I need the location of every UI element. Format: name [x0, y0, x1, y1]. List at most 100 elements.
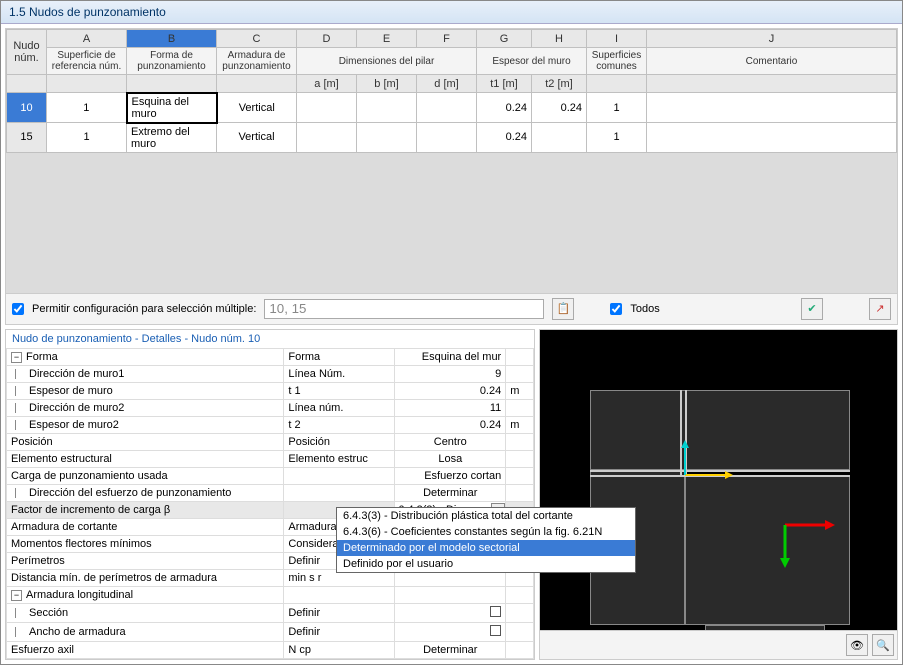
- prop-row[interactable]: Dirección de muro2 Línea núm.11: [7, 399, 534, 416]
- col-e-sub[interactable]: b [m]: [357, 75, 417, 93]
- prop-row[interactable]: Espesor de muro2t 20.24m: [7, 416, 534, 433]
- cell-g[interactable]: 0.24: [477, 123, 532, 153]
- prop-label: Forma: [26, 351, 58, 363]
- cell-e[interactable]: [357, 93, 417, 123]
- collapse-toggle[interactable]: −: [11, 352, 22, 363]
- prop-value[interactable]: Esfuerzo cortan: [395, 467, 506, 484]
- cell-d[interactable]: [297, 93, 357, 123]
- collapse-toggle[interactable]: −: [11, 590, 22, 601]
- col-letter-i[interactable]: I: [587, 30, 647, 48]
- prop-row[interactable]: Dirección de muro1Línea Núm.9: [7, 365, 534, 382]
- prop-col2: Forma: [284, 348, 395, 365]
- prop-row[interactable]: SecciónDefinir: [7, 603, 534, 622]
- select-from-list-button[interactable]: 📋: [552, 298, 574, 320]
- col-letter-h[interactable]: H: [532, 30, 587, 48]
- col-j[interactable]: Comentario: [647, 48, 897, 75]
- prop-value[interactable]: 9: [395, 365, 506, 382]
- col-a[interactable]: Superficie de referencia núm.: [47, 48, 127, 75]
- seccion-checkbox[interactable]: [490, 606, 501, 617]
- dropdown-option[interactable]: Definido por el usuario: [337, 556, 635, 572]
- prop-value[interactable]: 0.24: [395, 416, 506, 433]
- cell-f[interactable]: [417, 93, 477, 123]
- cell-i[interactable]: 1: [587, 93, 647, 123]
- todos-checkbox[interactable]: [610, 303, 622, 315]
- prop-row[interactable]: PosiciónPosiciónCentro: [7, 433, 534, 450]
- col-i[interactable]: Superficies comunes: [587, 48, 647, 75]
- pick-button[interactable]: ↗: [869, 298, 891, 320]
- col-d-group[interactable]: Dimensiones del pilar: [297, 48, 477, 75]
- cell-c[interactable]: Vertical: [217, 123, 297, 153]
- main-grid[interactable]: Nudo núm. A B C D E F G H I J Superficie…: [6, 29, 897, 75]
- col-letter-d[interactable]: D: [297, 30, 357, 48]
- prop-value[interactable]: Esquina del mur: [395, 348, 506, 365]
- prop-value[interactable]: Determinar: [395, 641, 506, 658]
- cell-j[interactable]: [647, 93, 897, 123]
- pointer-icon: ↗: [875, 302, 884, 315]
- cell-e[interactable]: [357, 123, 417, 153]
- model-viewport[interactable]: [540, 330, 897, 631]
- col-letter-g[interactable]: G: [477, 30, 532, 48]
- prop-row-armlong[interactable]: −Armadura longitudinal: [7, 586, 534, 603]
- cell-f[interactable]: [417, 123, 477, 153]
- prop-value[interactable]: 11: [395, 399, 506, 416]
- permit-multi-checkbox[interactable]: [12, 303, 24, 315]
- cell-j[interactable]: [647, 123, 897, 153]
- cell-c[interactable]: Vertical: [217, 93, 297, 123]
- col-h-sub[interactable]: t2 [m]: [532, 75, 587, 93]
- ancho-checkbox[interactable]: [490, 625, 501, 636]
- dropdown-option[interactable]: 6.4.3(3) - Distribución plástica total d…: [337, 508, 635, 524]
- prop-row[interactable]: Elemento estructuralElemento estrucLosa: [7, 450, 534, 467]
- view-toggle-button[interactable]: 👁: [846, 634, 868, 656]
- col-g-sub[interactable]: t1 [m]: [477, 75, 532, 93]
- prop-col2: Definir: [284, 622, 395, 641]
- factor-dropdown[interactable]: 6.4.3(3) - Distribución plástica total d…: [336, 507, 636, 573]
- list-icon: 📋: [557, 302, 571, 315]
- prop-row-forma[interactable]: −Forma Forma Esquina del mur: [7, 348, 534, 365]
- prop-value[interactable]: 0.24: [395, 382, 506, 399]
- cell-i[interactable]: 1: [587, 123, 647, 153]
- col-letter-c[interactable]: C: [217, 30, 297, 48]
- prop-row[interactable]: Espesor de murot 10.24m: [7, 382, 534, 399]
- row-num[interactable]: 10: [7, 93, 47, 123]
- prop-label: Posición: [11, 436, 53, 448]
- prop-row[interactable]: Ancho de armaduraDefinir: [7, 622, 534, 641]
- cell-d[interactable]: [297, 123, 357, 153]
- cell-h[interactable]: 0.24: [532, 93, 587, 123]
- zoom-button[interactable]: 🔍: [872, 634, 894, 656]
- col-letter-b[interactable]: B: [127, 30, 217, 48]
- apply-button[interactable]: ✔: [801, 298, 823, 320]
- cell-g[interactable]: 0.24: [477, 93, 532, 123]
- prop-row[interactable]: Carga de punzonamiento usadaEsfuerzo cor…: [7, 467, 534, 484]
- col-letter-a[interactable]: A: [47, 30, 127, 48]
- prop-col2: Posición: [284, 433, 395, 450]
- prop-label: Dirección de muro2: [29, 402, 124, 414]
- col-letter-j[interactable]: J: [647, 30, 897, 48]
- prop-col2: Línea núm.: [284, 399, 395, 416]
- row-num[interactable]: 15: [7, 123, 47, 153]
- prop-value[interactable]: Centro: [395, 433, 506, 450]
- col-nudo[interactable]: Nudo núm.: [7, 30, 47, 75]
- col-b[interactable]: Forma de punzonamiento: [127, 48, 217, 75]
- col-g-group[interactable]: Espesor del muro: [477, 48, 587, 75]
- prop-row[interactable]: Dirección del esfuerzo de punzonamientoD…: [7, 484, 534, 501]
- prop-label: Espesor de muro2: [29, 419, 119, 431]
- col-d-sub[interactable]: a [m]: [297, 75, 357, 93]
- cell-b[interactable]: Esquina del muro: [127, 93, 217, 123]
- col-f-sub[interactable]: d [m]: [417, 75, 477, 93]
- prop-row[interactable]: Esfuerzo axilN cpDeterminar: [7, 641, 534, 658]
- prop-value[interactable]: Losa: [395, 450, 506, 467]
- col-letter-f[interactable]: F: [417, 30, 477, 48]
- dropdown-option-selected[interactable]: Determinado por el modelo sectorial: [337, 540, 635, 556]
- prop-col2: t 1: [284, 382, 395, 399]
- prop-value[interactable]: Determinar: [395, 484, 506, 501]
- table-row[interactable]: 15 1 Extremo del muro Vertical 0.24 1: [7, 123, 897, 153]
- cell-h[interactable]: [532, 123, 587, 153]
- col-letter-e[interactable]: E: [357, 30, 417, 48]
- table-row[interactable]: 10 1 Esquina del muro Vertical 0.24 0.24…: [7, 93, 897, 123]
- cell-a[interactable]: 1: [47, 93, 127, 123]
- cell-a[interactable]: 1: [47, 123, 127, 153]
- col-c[interactable]: Armadura de punzonamiento: [217, 48, 297, 75]
- cell-b[interactable]: Extremo del muro: [127, 123, 217, 153]
- multi-selection-input[interactable]: [264, 299, 544, 319]
- dropdown-option[interactable]: 6.4.3(6) - Coeficientes constantes según…: [337, 524, 635, 540]
